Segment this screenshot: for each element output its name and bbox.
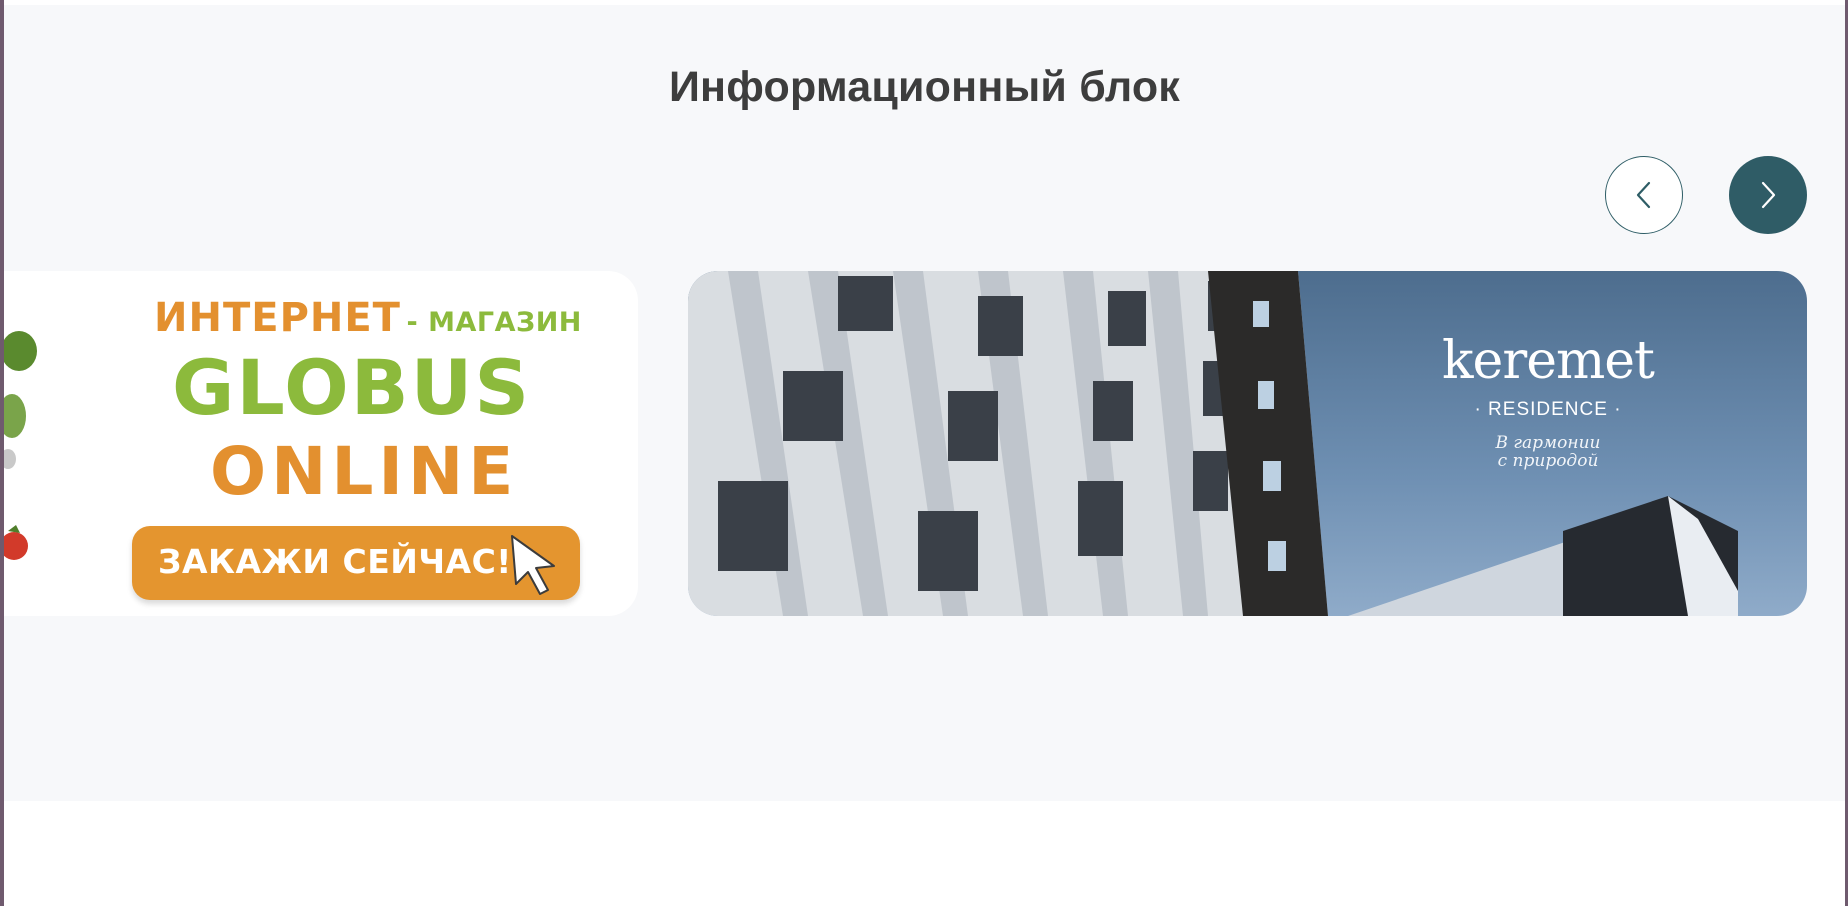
cursor-arrow-icon xyxy=(511,535,555,595)
slide-globus-online[interactable]: ИНТЕРНЕТ - МАГАЗИН GLOBUS ONLINE ЗАКАЖИ … xyxy=(4,271,638,616)
slider-prev-button[interactable] xyxy=(1605,156,1683,234)
order-now-button[interactable]: ЗАКАЖИ СЕЙЧАС! xyxy=(132,526,580,600)
order-now-label: ЗАКАЖИ СЕЙЧАС! xyxy=(158,542,512,581)
slide-keremet-residence[interactable]: keremet · RESIDENCE · В гармонии с приро… xyxy=(688,271,1807,616)
globus-headline-magazin: - МАГАЗИН xyxy=(406,307,582,338)
globus-headline: ИНТЕРНЕТ - МАГАЗИН xyxy=(154,295,582,341)
keremet-residence-text: · RESIDENCE · xyxy=(1474,399,1622,420)
keremet-tagline-line1: В гармонии xyxy=(1495,433,1601,453)
info-block-section: Информационный блок ИНТЕРНЕТ - МАГАЗИН G… xyxy=(4,5,1845,801)
globus-headline-internet: ИНТЕРНЕТ xyxy=(154,295,401,341)
chevron-right-icon xyxy=(1761,181,1776,209)
section-title: Информационный блок xyxy=(668,63,1181,111)
banner-slider: ИНТЕРНЕТ - МАГАЗИН GLOBUS ONLINE ЗАКАЖИ … xyxy=(4,271,1845,616)
slider-next-button[interactable] xyxy=(1729,156,1807,234)
globus-logo-text: GLOBUS xyxy=(172,343,532,432)
vegetables-illustration xyxy=(4,331,37,560)
globus-online-text: ONLINE xyxy=(210,433,519,510)
chevron-left-icon xyxy=(1636,181,1651,209)
keremet-logo-text: keremet xyxy=(1442,331,1655,391)
keremet-tagline-line2: с природой xyxy=(1497,451,1599,471)
